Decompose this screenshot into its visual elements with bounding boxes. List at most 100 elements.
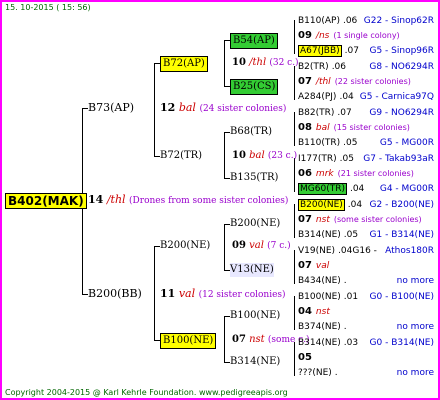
l4-num: 06 <box>298 168 312 179</box>
l2-num-4: 07 <box>232 334 246 345</box>
l2-queen-4[interactable]: B100(NE) <box>160 333 217 349</box>
connector-l2d-vertical <box>224 316 225 362</box>
l4-num: .06 <box>331 62 347 72</box>
l4-num: .04 <box>347 200 363 210</box>
l4-num: .04 <box>339 92 354 102</box>
l4-row-8-bot: ???(NE). no more <box>298 366 436 380</box>
l4-queen[interactable]: A284(PJ) <box>298 92 336 102</box>
l4-origin: G9 - NO6294R <box>369 108 434 118</box>
connector-l3-2 <box>294 66 295 100</box>
l4-code: nst <box>315 307 330 317</box>
l4-row-1-bot: A67(JBB) .07 G5 - Sinop96R <box>298 44 436 58</box>
l4-desc: (some sister colonies) <box>333 215 422 224</box>
l2-desc-3: (7 c.) <box>267 241 291 251</box>
l1-info-2: 11 val (12 sister colonies) <box>160 287 286 302</box>
l4-queen[interactable]: B110(AP) <box>298 16 340 26</box>
l4-queen[interactable]: B110(TR) <box>298 138 340 148</box>
l4-num: 04 <box>298 306 312 317</box>
l3-queen-6[interactable]: V13(NE) <box>230 263 274 277</box>
l3-queen-8[interactable]: B314(NE) <box>230 355 280 369</box>
l2-info-1: 10 /thl (32 c.) <box>232 56 299 70</box>
l4-origin: G0 - B100(NE) <box>369 292 434 302</box>
l4-queen[interactable]: B82(TR) <box>298 108 334 118</box>
l4-row-2-mid: 07/thl (22 sister colonies) <box>298 75 436 89</box>
l4-row-2-bot: A284(PJ) .04 G5 - Carnica97Q <box>298 90 436 104</box>
l1-queen-1[interactable]: B73(AP) <box>88 101 134 115</box>
connector-l1a-vertical <box>154 63 155 156</box>
l1-code-1: bal <box>178 101 196 114</box>
l4-queen[interactable]: I177(TR) <box>298 154 337 164</box>
l4-queen[interactable]: B434(NE) <box>298 276 341 286</box>
l4-num: 05 <box>298 352 312 363</box>
l4-queen[interactable]: A67(JBB) <box>298 45 342 57</box>
l4-row-6-top: V19(NE) .04G16 - Athos180R <box>298 244 436 258</box>
l4-queen[interactable]: ???(NE) <box>298 368 332 378</box>
l4-row-1-top: B110(AP) .06 G22 - Sinop62R <box>298 14 436 28</box>
l2-info-2: 10 bal (23 c.) <box>232 149 297 163</box>
l4-queen[interactable]: B100(NE) <box>298 292 341 302</box>
l4-queen[interactable]: B2(TR) <box>298 62 329 72</box>
l4-row-8-top: B314(NE) .03 G0 - B314(NE) <box>298 336 436 350</box>
l3-queen-2[interactable]: B25(CS) <box>230 79 279 95</box>
l4-queen[interactable]: B314(NE) <box>298 230 341 240</box>
l3-queen-4[interactable]: B135(TR) <box>230 171 278 185</box>
l4-origin: G2 - B200(NE) <box>369 200 434 210</box>
l4-row-5-top: B200(NE) .04 G2 - B200(NE) <box>298 198 436 212</box>
l1-num-1: 12 <box>160 101 176 114</box>
l4-num: . <box>343 276 347 286</box>
l4-num: .01 <box>343 292 359 302</box>
l4-num: .07 <box>337 108 352 118</box>
footer-url[interactable]: www.pedigreeapis.org <box>199 388 288 397</box>
l4-num: .04G16 - <box>338 246 377 256</box>
l4-code: mrk <box>315 169 334 179</box>
l2-num-2: 10 <box>232 150 246 161</box>
l2-code-2: bal <box>249 150 265 161</box>
l4-num: .05 <box>343 138 358 148</box>
l2-queen-2[interactable]: B72(TR) <box>160 149 202 163</box>
l4-queen[interactable]: B200(NE) <box>298 199 345 211</box>
l4-origin: G5 - Carnica97Q <box>359 92 434 102</box>
l4-origin: G0 - B314(NE) <box>369 338 434 348</box>
l3-queen-3[interactable]: B68(TR) <box>230 125 272 139</box>
l4-num: 07 <box>298 214 312 225</box>
l1-desc-1: (24 sister colonies) <box>199 104 287 114</box>
l4-queen[interactable]: B374(NE) <box>298 322 341 332</box>
l4-row-3-top: B82(TR) .07 G9 - NO6294R <box>298 106 436 120</box>
l3-queen-5[interactable]: B200(NE) <box>230 217 280 231</box>
l4-queen[interactable]: B314(NE) <box>298 338 341 348</box>
l2-queen-1[interactable]: B72(AP) <box>160 56 208 72</box>
l4-num: . <box>334 368 338 378</box>
footer-copyright-text: Copyright 2004-2015 @ Karl Kehrle Founda… <box>5 388 197 397</box>
root-queen[interactable]: B402(MAK) <box>5 193 87 209</box>
l4-origin: G22 - Sinop62R <box>363 16 434 26</box>
connector-l3-6 <box>294 250 295 284</box>
l2-desc-2: (23 c.) <box>267 151 298 161</box>
connector-l2c-vertical <box>224 224 225 270</box>
l4-queen[interactable]: V19(NE) <box>298 246 335 256</box>
l1-desc-2: (12 sister colonies) <box>198 290 286 300</box>
l4-origin: G8 - NO6294R <box>369 62 434 72</box>
l1-queen-2[interactable]: B200(BB) <box>88 287 142 301</box>
l2-info-3: 09 val (7 c.) <box>232 239 291 253</box>
l4-queen[interactable]: MG60(TR) <box>298 183 347 195</box>
l2-desc-1: (32 c.) <box>269 58 299 68</box>
l4-row-3-bot: B110(TR) .05 G5 - MG00R <box>298 136 436 150</box>
l4-row-6-mid: 07 val <box>298 259 436 273</box>
l4-row-7-bot: B374(NE). no more <box>298 320 436 334</box>
l2-queen-3[interactable]: B200(NE) <box>160 239 210 253</box>
l4-num: 08 <box>298 122 312 133</box>
connector-l1b-vertical <box>154 246 155 340</box>
l4-num: 07 <box>298 76 312 87</box>
connector-l2b-vertical <box>224 132 225 178</box>
l4-num: 07 <box>298 260 312 271</box>
l4-num: . <box>343 322 347 332</box>
l3-queen-7[interactable]: B100(NE) <box>230 309 280 323</box>
l3-queen-1[interactable]: B54(AP) <box>230 33 278 49</box>
l4-num: .03 <box>343 338 359 348</box>
l4-num: .06 <box>342 16 358 26</box>
l4-code: nst <box>315 215 330 225</box>
l1-info-1: 12 bal (24 sister colonies) <box>160 101 286 116</box>
l4-row-4-mid: 06 mrk (21 sister colonies) <box>298 167 436 181</box>
l4-num: 09 <box>298 30 312 41</box>
l4-row-3-mid: 08 bal (15 sister colonies) <box>298 121 436 135</box>
